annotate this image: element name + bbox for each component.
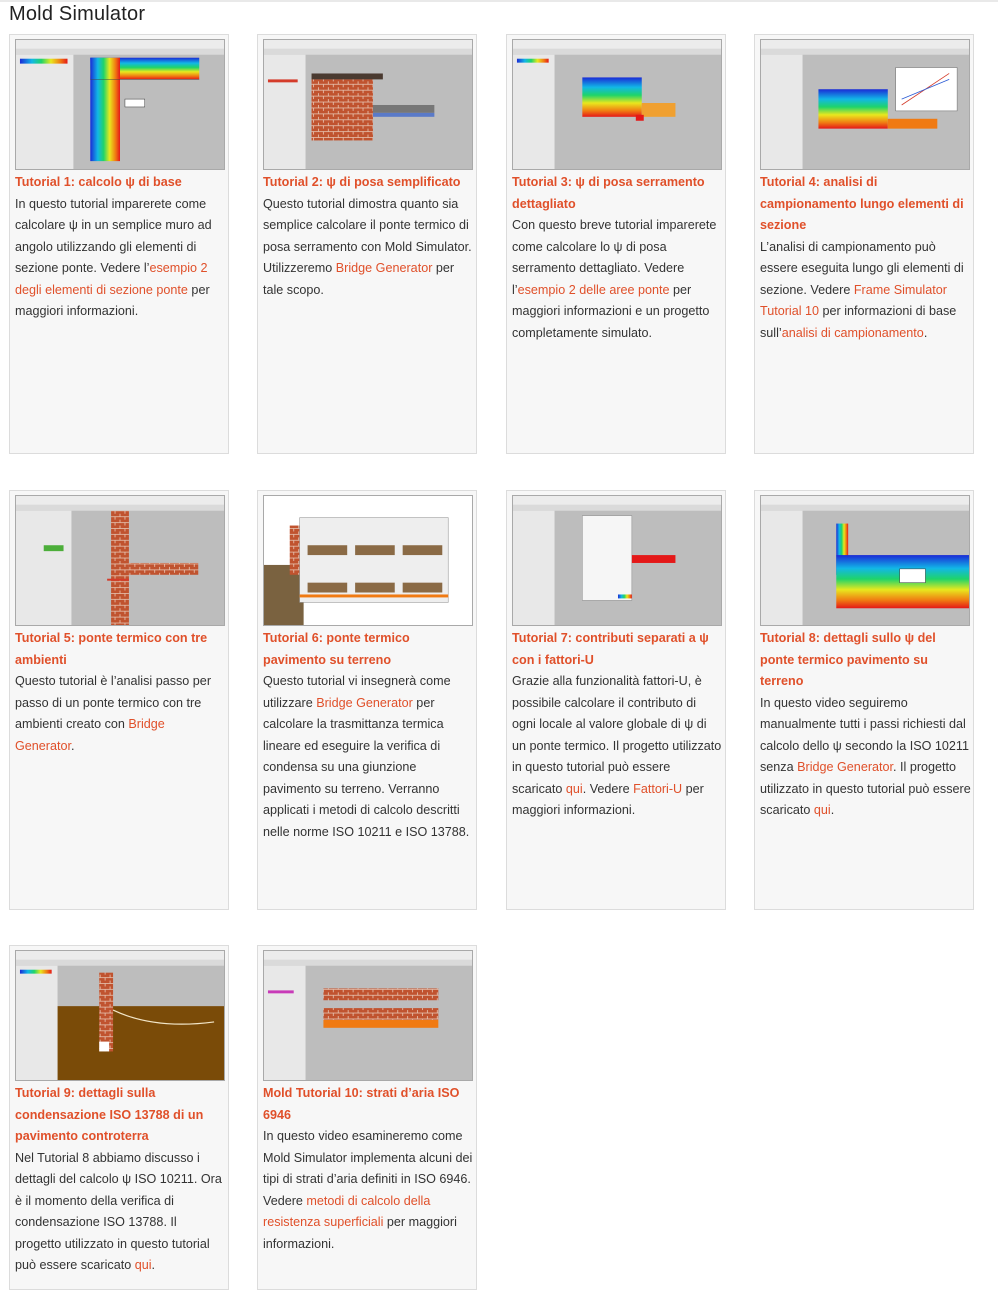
tutorial-title-link-7[interactable]: Tutorial 7: contributi separati a ψ con … — [512, 628, 723, 671]
desc-text: Nel Tutorial 8 abbiamo discusso i dettag… — [15, 1150, 222, 1273]
tutorial-description-10: In questo video esamineremo come Mold Si… — [263, 1126, 474, 1255]
tutorial-card-3: Tutorial 3: ψ di posa serramento dettagl… — [506, 34, 726, 454]
link-download-project[interactable]: qui — [566, 782, 583, 796]
link-bridge-generator[interactable]: Bridge Generator — [336, 261, 433, 275]
tutorial-title-link-8[interactable]: Tutorial 8: dettagli sullo ψ del ponte t… — [760, 628, 971, 693]
top-divider — [0, 0, 998, 2]
link-download-project[interactable]: qui — [814, 803, 831, 817]
tutorial-description-8: In questo video seguiremo manualmente tu… — [760, 693, 971, 822]
desc-text: . — [830, 803, 835, 817]
tutorial-title-link-10[interactable]: Mold Tutorial 10: strati d’aria ISO 6946 — [263, 1083, 474, 1126]
tutorial-description-7: Grazie alla funzionalità fattori-U, è po… — [512, 671, 723, 822]
tutorial-description-9: Nel Tutorial 8 abbiamo discusso i dettag… — [15, 1148, 226, 1277]
desc-text: Grazie alla funzionalità fattori-U, è po… — [512, 674, 722, 796]
tutorial-thumbnail-5[interactable] — [15, 495, 225, 626]
tutorial-thumbnail-1[interactable] — [15, 39, 225, 170]
tutorial-title-link-2[interactable]: Tutorial 2: ψ di posa semplificato — [263, 172, 474, 194]
desc-text: . — [151, 1258, 156, 1272]
tutorial-description-4: L’analisi di campionamento può essere es… — [760, 237, 971, 345]
tutorial-title-link-4[interactable]: Tutorial 4: analisi di campionamento lun… — [760, 172, 971, 237]
tutorial-title-link-3[interactable]: Tutorial 3: ψ di posa serramento dettagl… — [512, 172, 723, 215]
tutorial-thumbnail-8[interactable] — [760, 495, 970, 626]
tutorial-description-5: Questo tutorial è l’analisi passo per pa… — [15, 671, 226, 757]
tutorial-title-link-5[interactable]: Tutorial 5: ponte termico con tre ambien… — [15, 628, 226, 671]
desc-text: . — [71, 738, 75, 753]
tutorial-thumbnail-4[interactable] — [760, 39, 970, 170]
tutorial-title-link-1[interactable]: Tutorial 1: calcolo ψ di base — [15, 172, 226, 194]
tutorial-card-6: Tutorial 6: ponte termico pavimento su t… — [257, 490, 477, 910]
link-download-project[interactable]: qui — [135, 1258, 152, 1272]
desc-text: per calcolare la trasmittanza termica li… — [263, 695, 470, 839]
tutorial-card-10: Mold Tutorial 10: strati d’aria ISO 6946… — [257, 945, 477, 1290]
link-analisi-campionamento[interactable]: analisi di campionamento — [782, 326, 924, 340]
tutorial-card-4: Tutorial 4: analisi di campionamento lun… — [754, 34, 974, 454]
desc-text: . Vedere — [582, 781, 634, 796]
tutorial-description-2: Questo tutorial dimostra quanto sia semp… — [263, 194, 474, 302]
tutorial-description-6: Questo tutorial vi insegnerà come utiliz… — [263, 671, 474, 843]
link-fattori-u[interactable]: Fattori-U — [633, 782, 682, 796]
desc-text: . — [923, 325, 928, 340]
tutorial-thumbnail-6[interactable] — [263, 495, 473, 626]
tutorial-card-7: Tutorial 7: contributi separati a ψ con … — [506, 490, 726, 910]
tutorial-title-link-6[interactable]: Tutorial 6: ponte termico pavimento su t… — [263, 628, 474, 671]
link-aree-ponte-example[interactable]: esempio 2 delle aree ponte — [518, 283, 670, 297]
tutorial-thumbnail-9[interactable] — [15, 950, 225, 1081]
link-bridge-generator[interactable]: Bridge Generator — [797, 760, 893, 774]
tutorial-description-1: In questo tutorial imparerete come calco… — [15, 194, 226, 323]
tutorial-card-2: Tutorial 2: ψ di posa semplificato Quest… — [257, 34, 477, 454]
tutorial-card-1: Tutorial 1: calcolo ψ di base In questo … — [9, 34, 229, 454]
tutorial-thumbnail-10[interactable] — [263, 950, 473, 1081]
tutorial-card-8: Tutorial 8: dettagli sullo ψ del ponte t… — [754, 490, 974, 910]
page-title: Mold Simulator — [9, 3, 146, 25]
tutorial-thumbnail-2[interactable] — [263, 39, 473, 170]
link-bridge-generator[interactable]: Bridge Generator — [316, 696, 413, 710]
tutorial-card-9: Tutorial 9: dettagli sulla condensazione… — [9, 945, 229, 1290]
tutorial-thumbnail-7[interactable] — [512, 495, 722, 626]
desc-text: Questo tutorial è l’analisi passo per pa… — [15, 674, 212, 731]
tutorial-card-5: Tutorial 5: ponte termico con tre ambien… — [9, 490, 229, 910]
tutorial-title-link-9[interactable]: Tutorial 9: dettagli sulla condensazione… — [15, 1083, 226, 1148]
tutorial-thumbnail-3[interactable] — [512, 39, 722, 170]
tutorial-description-3: Con questo breve tutorial imparerete com… — [512, 215, 723, 344]
